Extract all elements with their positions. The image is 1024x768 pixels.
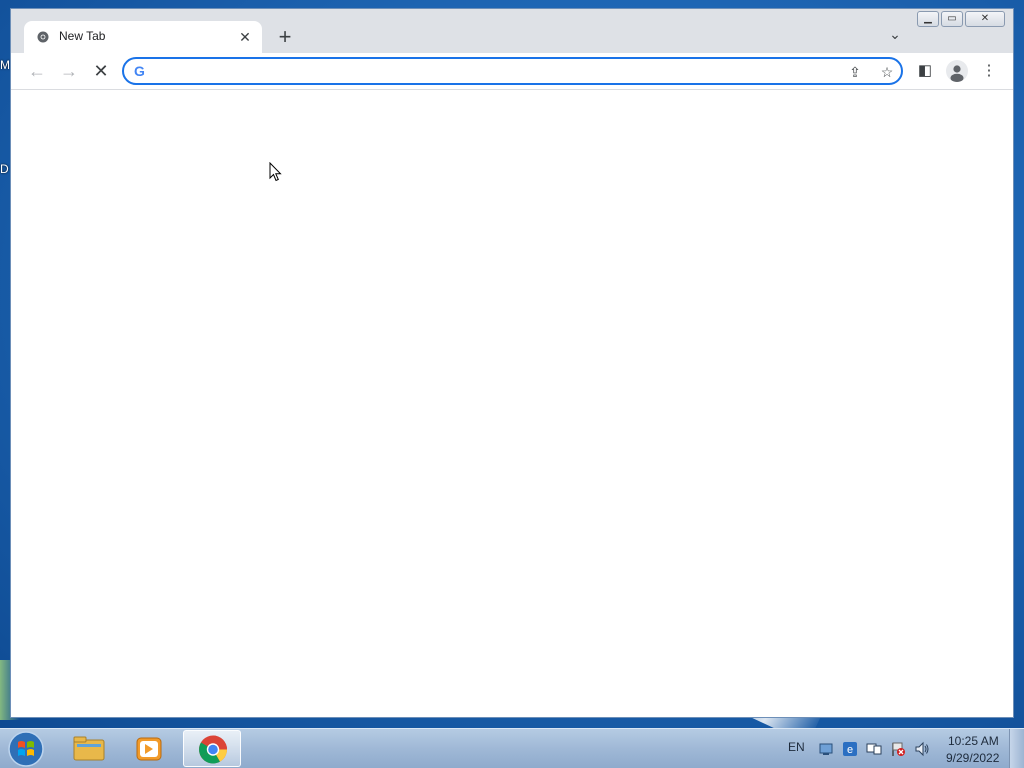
svg-text:e: e <box>847 744 853 756</box>
taskbar: EN e 10:25 AM 9/29/2022 <box>0 728 1024 768</box>
stop-loading-button[interactable]: ✕ <box>87 57 115 85</box>
folder-icon <box>73 736 105 761</box>
browser-toolbar: ← → ✕ G ⇪ ☆ ◧ ⋮ <box>11 53 1013 90</box>
show-desktop-button[interactable] <box>1009 729 1024 768</box>
chrome-window: New Tab ✕ + ⌄ ▁ ▭ ✕ ← → ✕ G ⇪ ☆ ◧ ⋮ <box>10 8 1014 718</box>
mouse-pointer-icon <box>269 162 282 182</box>
tab-strip: New Tab ✕ + ⌄ ▁ ▭ ✕ <box>11 9 1013 53</box>
chrome-menu-icon[interactable]: ⋮ <box>975 57 1003 85</box>
taskbar-explorer-button[interactable] <box>60 730 118 767</box>
window-controls: ▁ ▭ ✕ <box>917 11 1005 29</box>
close-tab-icon[interactable]: ✕ <box>236 28 254 46</box>
windows-logo-icon <box>8 731 44 767</box>
clock-time[interactable]: 10:25 AM <box>948 734 999 748</box>
desktop-icon-label-edge[interactable]: D <box>0 162 10 176</box>
taskbar-chrome-button[interactable] <box>183 730 241 767</box>
new-tab-button[interactable]: + <box>271 25 299 53</box>
address-input[interactable] <box>152 62 836 82</box>
action-center-flag-icon[interactable] <box>890 741 906 757</box>
media-player-icon <box>136 737 162 761</box>
tab-search-chevron-icon[interactable]: ⌄ <box>883 26 907 48</box>
tab-title: New Tab <box>59 29 106 43</box>
tab-new-tab[interactable]: New Tab ✕ <box>24 21 262 53</box>
side-panel-icon[interactable]: ◧ <box>911 57 939 85</box>
profile-avatar-button[interactable] <box>943 57 971 85</box>
volume-icon[interactable] <box>914 741 930 757</box>
profile-icon <box>946 60 968 82</box>
desktop-icon-label-edge[interactable]: M <box>0 58 10 72</box>
close-window-button[interactable]: ✕ <box>965 11 1005 27</box>
restore-button[interactable]: ▭ <box>941 11 963 27</box>
clock-date[interactable]: 9/29/2022 <box>946 751 999 765</box>
network-tray-icon[interactable] <box>818 741 834 757</box>
ie-tray-icon[interactable]: e <box>842 741 858 757</box>
share-icon[interactable]: ⇪ <box>844 61 866 83</box>
bookmark-star-icon[interactable]: ☆ <box>876 61 898 83</box>
address-bar[interactable]: G ⇪ ☆ <box>122 57 903 85</box>
chrome-icon <box>199 735 227 764</box>
back-button[interactable]: ← <box>23 57 51 85</box>
display-tray-icon[interactable] <box>866 741 882 757</box>
page-content <box>11 90 1013 717</box>
google-g-icon: G <box>134 63 145 79</box>
start-button[interactable] <box>6 730 46 768</box>
minimize-button[interactable]: ▁ <box>917 11 939 27</box>
chrome-favicon-icon <box>37 31 49 43</box>
input-language-indicator[interactable]: EN <box>788 740 805 754</box>
forward-button[interactable]: → <box>55 57 83 85</box>
taskbar-media-player-button[interactable] <box>120 730 178 767</box>
